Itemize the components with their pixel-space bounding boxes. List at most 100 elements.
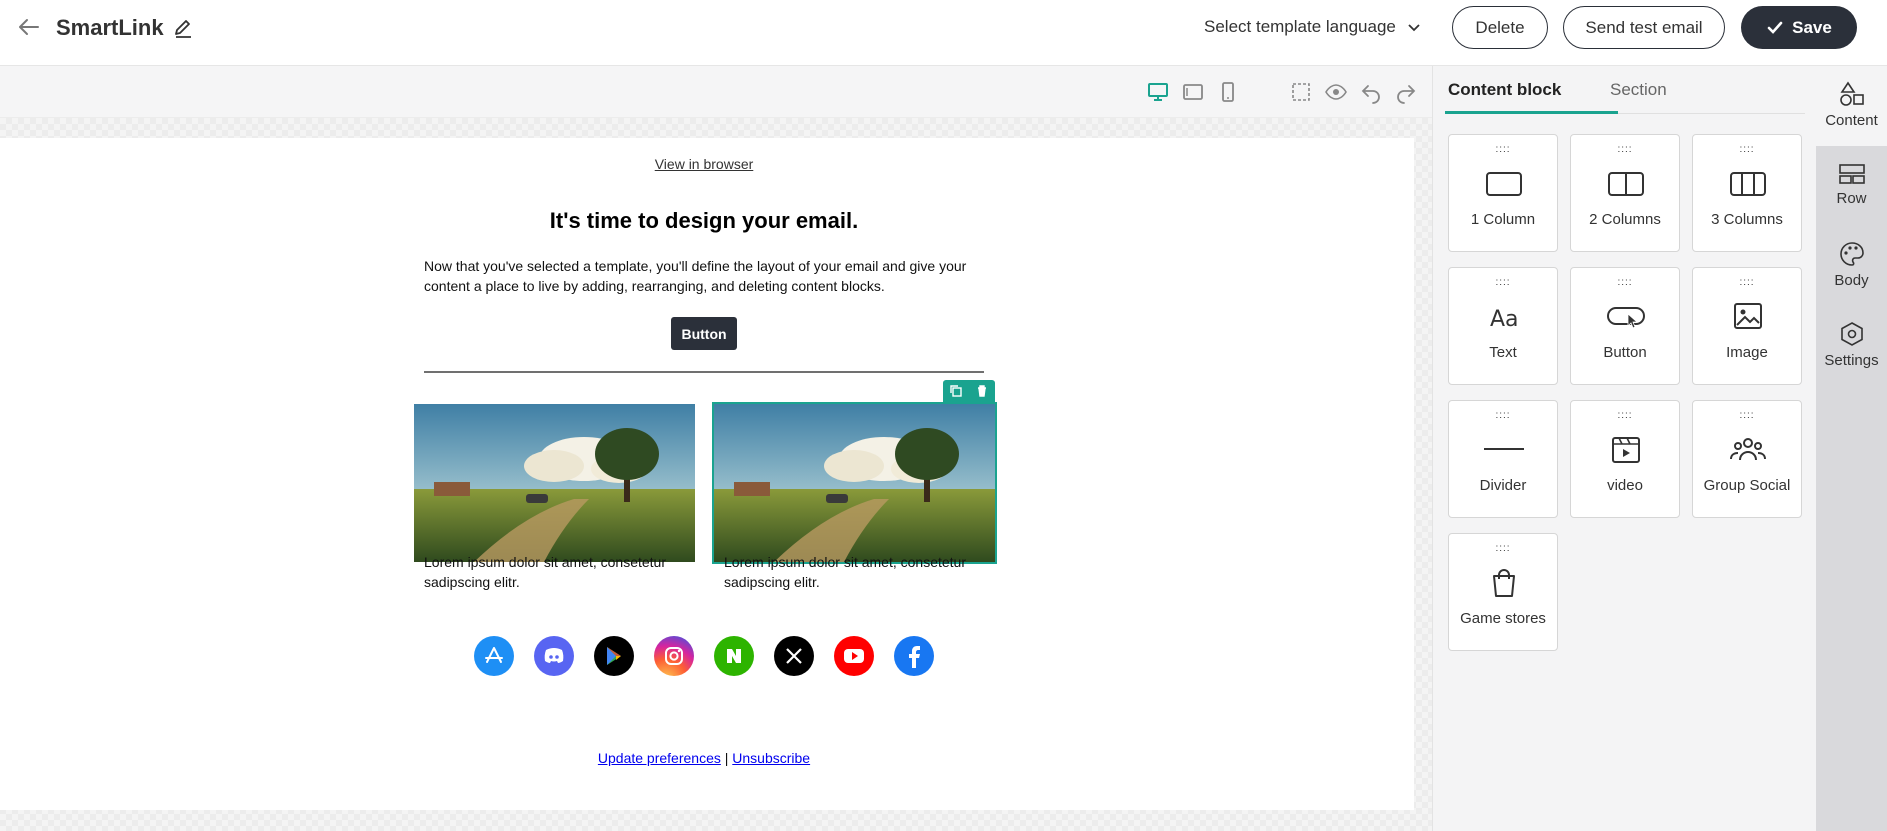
block-text[interactable]: :::: Aa Text [1448, 267, 1558, 385]
social-icons-row [0, 636, 1408, 676]
content-panel: Content block Section :::: 1 Column ::::… [1432, 66, 1816, 831]
discord-icon[interactable] [534, 636, 574, 676]
text-icon: Aa [1490, 307, 1519, 332]
game-stores-icon [1493, 569, 1515, 597]
block-two-columns[interactable]: :::: 2 Columns [1570, 134, 1680, 252]
unsubscribe-link[interactable]: Unsubscribe [732, 750, 810, 766]
block-three-columns[interactable]: :::: 3 Columns [1692, 134, 1802, 252]
delete-button[interactable]: Delete [1452, 6, 1548, 49]
drag-handle-icon: :::: [1495, 277, 1511, 288]
naver-icon[interactable] [714, 636, 754, 676]
rail-label-body: Body [1834, 272, 1869, 289]
drag-handle-icon: :::: [1739, 410, 1755, 421]
divider-icon [1484, 448, 1524, 450]
edit-pencil-icon[interactable] [172, 17, 194, 39]
undo-icon[interactable] [1359, 80, 1383, 104]
block-label: Button [1603, 344, 1647, 361]
block-label: Text [1489, 344, 1517, 361]
chevron-down-icon [1408, 24, 1420, 32]
panel-tabs: Content block Section [1445, 66, 1805, 114]
redo-icon[interactable] [1394, 80, 1418, 104]
image-caption-left[interactable]: Lorem ipsum dolor sit amet, consetetur s… [424, 552, 694, 592]
active-tab-indicator [1445, 111, 1618, 114]
block-label: 3 Columns [1711, 211, 1783, 228]
tab-section[interactable]: Section [1610, 80, 1667, 100]
drag-handle-icon: :::: [1617, 277, 1633, 288]
block-divider[interactable]: :::: Divider [1448, 400, 1558, 518]
email-paragraph[interactable]: Now that you've selected a template, you… [424, 256, 994, 296]
block-one-column[interactable]: :::: 1 Column [1448, 134, 1558, 252]
rail-label-row: Row [1836, 190, 1867, 207]
selected-block-outline [712, 402, 997, 564]
tablet-icon[interactable] [1181, 80, 1205, 104]
shapes-icon [1839, 81, 1864, 106]
block-label: Group Social [1703, 477, 1791, 494]
block-group-social[interactable]: :::: Group Social [1692, 400, 1802, 518]
settings-hex-icon [1840, 322, 1863, 346]
template-title: SmartLink [56, 15, 164, 40]
block-label: video [1607, 477, 1643, 494]
trash-icon[interactable] [975, 384, 989, 398]
email-cta-button[interactable]: Button [671, 317, 737, 350]
side-rail: Content Row Body Settings [1816, 66, 1887, 831]
google-play-icon[interactable] [594, 636, 634, 676]
footer-separator: | [724, 750, 729, 766]
three-columns-icon [1730, 172, 1766, 196]
back-arrow-icon[interactable] [16, 14, 42, 40]
drag-handle-icon: :::: [1617, 410, 1633, 421]
drag-handle-icon: :::: [1739, 277, 1755, 288]
block-button[interactable]: :::: Button [1570, 267, 1680, 385]
rail-item-body[interactable]: Body [1816, 240, 1887, 310]
email-headline[interactable]: It's time to design your email. [0, 208, 1408, 234]
send-test-email-button[interactable]: Send test email [1563, 6, 1725, 49]
select-area-icon[interactable] [1289, 80, 1313, 104]
block-label: Divider [1479, 477, 1527, 494]
drag-handle-icon: :::: [1495, 144, 1511, 155]
group-social-icon [1730, 438, 1766, 461]
mobile-icon[interactable] [1216, 80, 1240, 104]
desktop-icon[interactable] [1146, 80, 1170, 104]
svg-text:Aa: Aa [1490, 307, 1519, 332]
block-label: 2 Columns [1589, 211, 1661, 228]
template-language-label: Select template language [1204, 17, 1396, 36]
email-canvas: View in browser It's time to design your… [0, 118, 1432, 831]
duplicate-icon[interactable] [949, 384, 963, 398]
youtube-icon[interactable] [834, 636, 874, 676]
facebook-icon[interactable] [894, 636, 934, 676]
two-columns-icon [1608, 172, 1644, 196]
email-divider[interactable] [424, 371, 984, 373]
save-button[interactable]: Save [1741, 6, 1857, 49]
update-preferences-link[interactable]: Update preferences [598, 750, 721, 766]
rail-label-settings: Settings [1824, 352, 1879, 369]
tab-content-block[interactable]: Content block [1448, 80, 1561, 100]
top-bar: SmartLink Select template language Delet… [0, 0, 1887, 66]
block-image[interactable]: :::: Image [1692, 267, 1802, 385]
x-icon[interactable] [774, 636, 814, 676]
block-video[interactable]: :::: video [1570, 400, 1680, 518]
rail-item-content[interactable]: Content [1816, 66, 1887, 146]
drag-handle-icon: :::: [1495, 410, 1511, 421]
video-icon [1612, 437, 1640, 463]
view-in-browser-link[interactable]: View in browser [0, 156, 1408, 172]
preview-eye-icon[interactable] [1324, 80, 1348, 104]
block-label: Image [1726, 344, 1768, 361]
image-caption-right[interactable]: Lorem ipsum dolor sit amet, consetetur s… [724, 552, 994, 592]
image-icon [1734, 303, 1762, 329]
check-icon [1767, 21, 1783, 34]
editor-toolbar [0, 66, 1432, 118]
block-label: Game stores [1460, 610, 1546, 627]
rail-label-content: Content [1825, 112, 1878, 129]
app-store-icon[interactable] [474, 636, 514, 676]
rail-item-row[interactable]: Row [1816, 162, 1887, 232]
template-language-select[interactable]: Select template language [1204, 17, 1422, 37]
one-column-icon [1486, 172, 1522, 196]
block-action-bar [943, 380, 995, 402]
block-game-stores[interactable]: :::: Game stores [1448, 533, 1558, 651]
email-body: View in browser It's time to design your… [0, 138, 1414, 810]
landscape-image-left[interactable] [414, 404, 695, 562]
drag-handle-icon: :::: [1617, 144, 1633, 155]
rail-item-settings[interactable]: Settings [1816, 320, 1887, 390]
row-icon [1838, 164, 1865, 184]
instagram-icon[interactable] [654, 636, 694, 676]
drag-handle-icon: :::: [1495, 543, 1511, 554]
